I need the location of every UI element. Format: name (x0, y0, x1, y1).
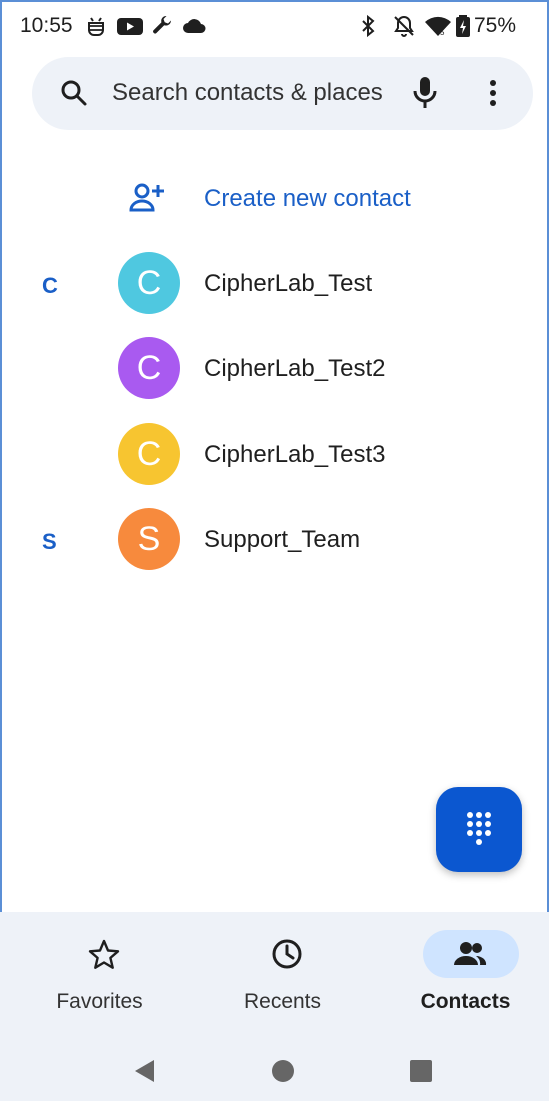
bottom-navigation: Favorites Recents Contacts (0, 912, 549, 1040)
status-bar: 10:55 5 75% (0, 0, 549, 56)
contact-name: CipherLab_Test2 (204, 355, 386, 382)
clock-icon (272, 939, 302, 969)
people-icon (454, 942, 487, 965)
nav-label-recents: Recents (243, 990, 322, 1013)
home-icon[interactable] (268, 1056, 298, 1086)
create-new-contact-label: Create new contact (204, 185, 411, 212)
mic-icon[interactable] (410, 75, 440, 111)
nav-contacts[interactable]: Contacts (374, 912, 549, 1040)
system-navigation-bar (0, 1040, 549, 1101)
add-person-icon (129, 183, 164, 212)
svg-text:5: 5 (440, 28, 445, 37)
search-bar[interactable]: Search contacts & places (32, 57, 533, 130)
android-debug-icon (88, 17, 104, 36)
notifications-off-icon (394, 15, 414, 37)
star-icon (88, 939, 120, 969)
search-input[interactable]: Search contacts & places (112, 79, 383, 107)
contact-name: CipherLab_Test3 (204, 441, 386, 468)
avatar: C (118, 337, 180, 399)
status-time: 10:55 (20, 14, 73, 37)
contact-row[interactable]: C CipherLab_Test (0, 243, 549, 323)
search-icon[interactable] (60, 79, 88, 107)
dialpad-icon (467, 812, 491, 845)
contact-row[interactable]: C CipherLab_Test3 (0, 414, 549, 494)
create-new-contact-button[interactable]: Create new contact (0, 170, 549, 230)
contact-row[interactable]: C CipherLab_Test2 (0, 328, 549, 408)
contact-name: CipherLab_Test (204, 270, 373, 297)
dialpad-button[interactable] (436, 787, 522, 872)
avatar: C (118, 423, 180, 485)
nav-recents[interactable]: Recents (191, 912, 374, 1040)
nav-favorites[interactable]: Favorites (8, 912, 191, 1040)
avatar: C (118, 252, 180, 314)
battery-percent: 75% (474, 14, 517, 37)
more-vert-icon[interactable] (482, 77, 504, 109)
back-icon[interactable] (130, 1056, 160, 1086)
cloud-icon (183, 19, 206, 33)
contact-row[interactable]: S Support_Team (0, 499, 549, 579)
contact-name: Support_Team (204, 526, 361, 553)
battery-icon (456, 15, 470, 37)
overview-icon[interactable] (406, 1056, 436, 1086)
wrench-icon (153, 15, 172, 34)
wifi-icon: 5 (425, 16, 451, 37)
nav-label-contacts: Contacts (420, 990, 511, 1013)
bluetooth-icon (362, 14, 375, 38)
youtube-icon (117, 18, 143, 35)
avatar: S (118, 508, 180, 570)
nav-label-favorites: Favorites (56, 990, 143, 1013)
